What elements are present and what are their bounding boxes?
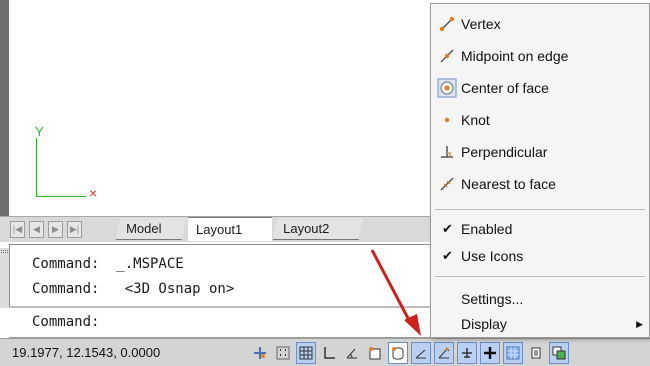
polar-tracking-icon[interactable] (342, 342, 362, 364)
tab-layout1-label: Layout1 (196, 222, 243, 237)
command-window-grip[interactable] (0, 248, 9, 308)
menu-item-perpendicular[interactable]: Perpendicular (431, 138, 649, 166)
command-history-line-2: Command: <3D Osnap on> (32, 281, 235, 297)
menu-item-use-icons-label: Use Icons (461, 248, 524, 264)
3d-object-snap-icon[interactable] (388, 342, 408, 364)
dynamic-ucs-icon[interactable] (434, 342, 454, 364)
menu-item-midpoint-label: Midpoint on edge (461, 48, 569, 64)
menu-item-nearest-label: Nearest to face (461, 176, 556, 192)
annotation-arrow (370, 249, 421, 336)
viewport-left-edge (0, 0, 9, 226)
check-icon: ✔ (442, 221, 453, 236)
menu-item-use-icons[interactable]: ✔ Use Icons (431, 242, 649, 270)
menu-separator (435, 209, 645, 210)
ucs-x-axis (36, 196, 86, 197)
vertex-icon (437, 14, 457, 34)
previous-layout-button[interactable]: ◀ (29, 221, 44, 238)
ucs-y-label: Y (35, 124, 44, 139)
menu-item-enabled-label: Enabled (461, 221, 513, 237)
check-icon: ✔ (442, 248, 453, 263)
grid-display-icon[interactable] (296, 342, 316, 364)
menu-item-perpendicular-label: Perpendicular (461, 144, 548, 160)
submenu-arrow-icon: ▶ (636, 318, 643, 329)
center-of-face-icon (437, 78, 457, 98)
ortho-mode-icon[interactable] (319, 342, 339, 364)
command-prompt: Command: (32, 314, 100, 330)
ucs-x-label: × (89, 185, 98, 201)
menu-item-center-of-face[interactable]: Center of face (431, 74, 649, 102)
status-bar: 19.1977, 12.1543, 0.0000 (0, 338, 650, 366)
menu-item-center-of-face-label: Center of face (461, 80, 549, 96)
menu-item-nearest-to-face[interactable]: Nearest to face (431, 170, 649, 198)
nearest-icon (437, 174, 457, 194)
next-layout-button[interactable]: ▶ (48, 221, 63, 238)
menu-item-knot-label: Knot (461, 112, 490, 128)
midpoint-icon (437, 46, 457, 66)
infer-constraints-icon[interactable] (250, 342, 270, 364)
menu-separator (435, 276, 645, 277)
object-snap-tracking-icon[interactable] (411, 342, 431, 364)
menu-item-vertex-label: Vertex (461, 16, 501, 32)
menu-item-vertex[interactable]: Vertex (431, 10, 649, 38)
menu-item-enabled[interactable]: ✔ Enabled (431, 215, 649, 243)
perpendicular-icon (437, 142, 457, 162)
menu-item-settings-label: Settings... (461, 291, 524, 307)
quick-properties-icon[interactable] (526, 342, 546, 364)
menu-item-knot[interactable]: Knot (431, 106, 649, 134)
dynamic-input-icon[interactable] (457, 342, 477, 364)
tab-model[interactable]: Model (115, 218, 187, 240)
menu-item-display[interactable]: Display ▶ (431, 310, 649, 338)
selection-cycling-icon[interactable] (549, 342, 569, 364)
ucs-y-axis (36, 138, 37, 196)
object-snap-icon[interactable] (365, 342, 385, 364)
tab-layout2[interactable]: Layout2 (272, 218, 364, 240)
knot-icon (437, 110, 457, 130)
tab-layout1[interactable]: Layout1 (188, 217, 272, 241)
last-layout-button[interactable]: ▶| (67, 221, 82, 238)
tab-model-label: Model (126, 221, 162, 236)
command-history-line-1: Command: _.MSPACE (32, 256, 184, 272)
osnap-context-menu: Vertex Midpoint on edge Center of face K… (430, 3, 650, 338)
menu-item-display-label: Display (461, 316, 507, 332)
transparency-icon[interactable] (503, 342, 523, 364)
snap-mode-icon[interactable] (273, 342, 293, 364)
menu-item-midpoint-on-edge[interactable]: Midpoint on edge (431, 42, 649, 70)
lineweight-icon[interactable] (480, 342, 500, 364)
first-layout-button[interactable]: |◀ (10, 221, 25, 238)
menu-item-settings[interactable]: Settings... (431, 285, 649, 313)
tab-layout2-label: Layout2 (283, 221, 330, 236)
coordinate-display[interactable]: 19.1977, 12.1543, 0.0000 (12, 345, 160, 360)
